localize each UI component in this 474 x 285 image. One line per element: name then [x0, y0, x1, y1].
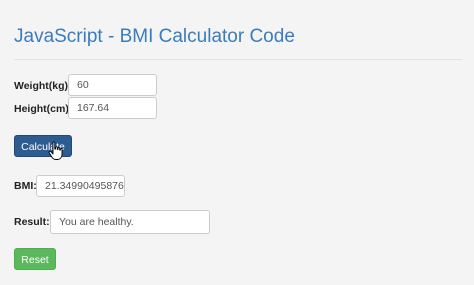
hand-pointer-icon: [48, 141, 63, 160]
bmi-label: BMI:: [14, 180, 37, 192]
result-label: Result:: [14, 216, 50, 228]
page-title: JavaScript - BMI Calculator Code: [14, 26, 295, 47]
title-divider: [14, 59, 462, 60]
weight-input[interactable]: 60: [68, 74, 157, 96]
weight-label: Weight(kg):: [14, 80, 72, 92]
result-output[interactable]: You are healthy.: [50, 210, 210, 234]
reset-button[interactable]: Reset: [14, 248, 56, 270]
bmi-output[interactable]: 21.34990495876: [36, 175, 125, 197]
height-input[interactable]: 167.64: [68, 97, 157, 119]
height-label: Height(cm):: [14, 103, 73, 115]
